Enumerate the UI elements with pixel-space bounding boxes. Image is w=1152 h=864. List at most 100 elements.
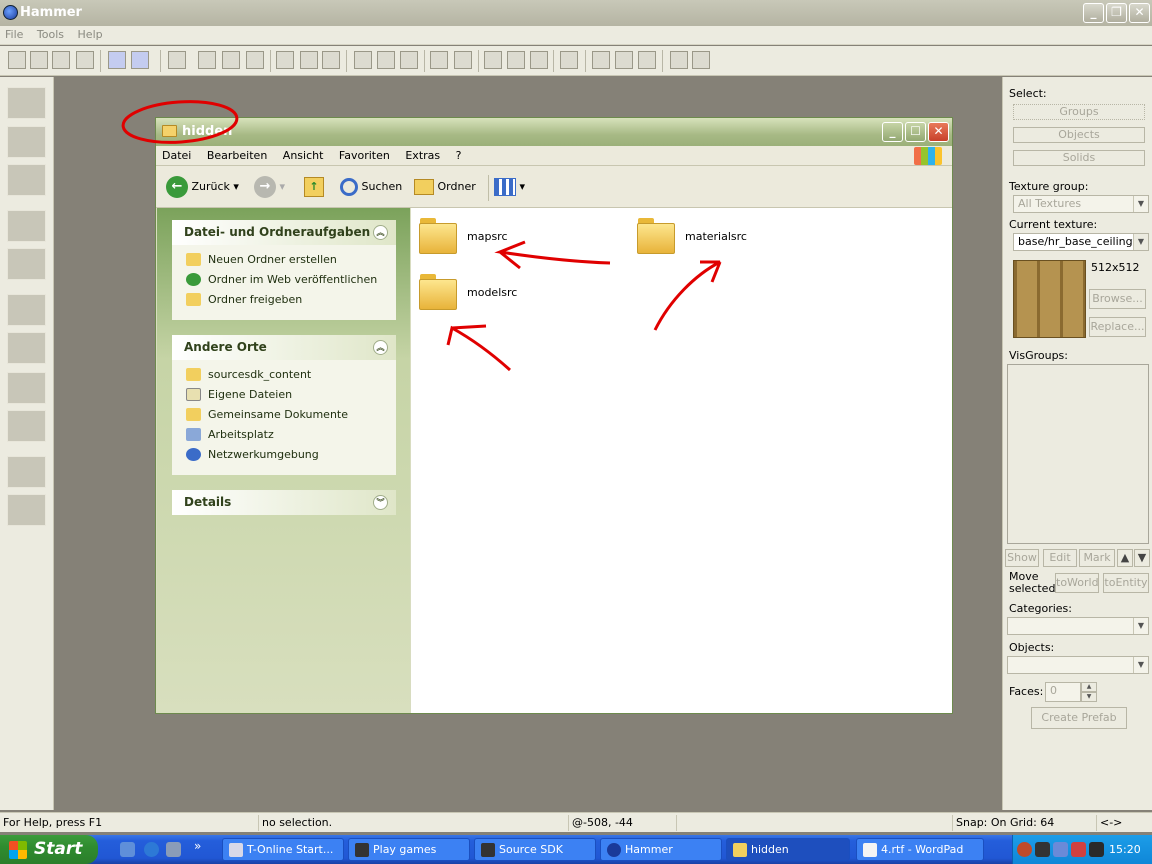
objects-button[interactable]: Objects <box>1013 127 1145 143</box>
visgroups-list[interactable] <box>1007 364 1149 544</box>
categories-select[interactable]: ▼ <box>1007 617 1149 635</box>
paste-icon[interactable] <box>400 51 418 69</box>
maximize-icon[interactable]: ☐ <box>905 122 926 142</box>
view-textured-icon[interactable] <box>322 51 340 69</box>
hammer-close-button[interactable]: ✕ <box>1129 3 1150 23</box>
texture-lock-icon[interactable] <box>246 51 264 69</box>
vertex-tool-icon[interactable] <box>7 456 46 488</box>
task-hidden[interactable]: hidden <box>726 838 850 861</box>
task-publish-web[interactable]: Ordner im Web veröffentlichen <box>172 270 396 290</box>
path-tool-icon[interactable] <box>7 494 46 526</box>
brush-icon[interactable] <box>430 51 448 69</box>
group-icon[interactable] <box>108 51 126 69</box>
current-texture-select[interactable]: base/hr_base_ceilingtile ▼ <box>1013 233 1149 251</box>
folder-mapsrc-icon[interactable] <box>419 218 457 254</box>
hide-icon[interactable] <box>168 51 186 69</box>
place-sourcesdk-content[interactable]: sourcesdk_content <box>172 365 396 385</box>
collapse-icon[interactable]: ︽ <box>373 225 388 240</box>
clip-tool-icon[interactable] <box>7 410 46 442</box>
texture-tool-icon[interactable] <box>7 294 46 326</box>
task-share-folder[interactable]: Ordner freigeben <box>172 290 396 310</box>
task-wordpad[interactable]: 4.rtf - WordPad <box>856 838 984 861</box>
to-world-button[interactable]: toWorld <box>1055 573 1099 593</box>
text-icon[interactable] <box>530 51 548 69</box>
hollow-icon[interactable] <box>222 51 240 69</box>
details-pane-header[interactable]: Details ︾ <box>172 490 396 515</box>
folder-materialsrc-label[interactable]: materialsrc <box>685 230 747 243</box>
cut-icon[interactable] <box>354 51 372 69</box>
close-icon[interactable]: ✕ <box>928 122 949 142</box>
explorer-title-bar[interactable]: hidden _ ☐ ✕ <box>156 118 952 146</box>
create-prefab-button[interactable]: Create Prefab <box>1031 707 1127 729</box>
network-tray-icon[interactable] <box>1053 842 1068 857</box>
edit-button[interactable]: Edit <box>1043 549 1077 567</box>
scissor-icon[interactable] <box>670 51 688 69</box>
expand-icon[interactable]: ︾ <box>373 495 388 510</box>
task-t-online[interactable]: T-Online Start... <box>222 838 344 861</box>
tray-arrow-icon[interactable] <box>1017 842 1032 857</box>
block-tool-icon[interactable] <box>7 248 46 280</box>
views-button[interactable]: ▾ <box>494 175 525 199</box>
tasks-pane-header[interactable]: Datei- und Ordneraufgaben ︽ <box>172 220 396 245</box>
places-pane-header[interactable]: Andere Orte ︽ <box>172 335 396 360</box>
internet-explorer-icon[interactable] <box>144 842 159 857</box>
apply-texture-icon[interactable] <box>7 332 46 364</box>
folder-modelsrc-icon[interactable] <box>419 274 457 310</box>
folder-modelsrc-label[interactable]: modelsrc <box>467 286 517 299</box>
select-dashed-icon[interactable] <box>507 51 525 69</box>
align-left-icon[interactable] <box>592 51 610 69</box>
faces-field[interactable]: 0 <box>1045 682 1081 702</box>
collapse-icon[interactable]: ︽ <box>373 340 388 355</box>
show-button[interactable]: Show <box>1005 549 1039 567</box>
grid-dots-icon[interactable] <box>30 51 48 69</box>
ungroup-icon[interactable] <box>131 51 149 69</box>
clock[interactable]: 15:20 <box>1109 835 1141 864</box>
grid-smaller-icon[interactable] <box>52 51 70 69</box>
steam-tray-icon[interactable] <box>1035 842 1050 857</box>
folder-materialsrc-icon[interactable] <box>637 218 675 254</box>
decal-tool-icon[interactable] <box>7 372 46 404</box>
to-entity-button[interactable]: toEntity <box>1103 573 1149 593</box>
menu-datei[interactable]: Datei <box>156 146 197 165</box>
up-folder-button[interactable]: ↑ <box>304 175 324 199</box>
grid-larger-icon[interactable] <box>76 51 94 69</box>
arrow-down-icon[interactable]: ▼ <box>1134 549 1150 567</box>
select-box-icon[interactable] <box>484 51 502 69</box>
align-right-icon[interactable] <box>638 51 656 69</box>
back-button[interactable]: ← Zurück ▾ <box>166 175 239 199</box>
view-2d-icon[interactable] <box>276 51 294 69</box>
carve-icon[interactable] <box>198 51 216 69</box>
menu-tools[interactable]: Tools <box>32 26 69 43</box>
texture-group-select[interactable]: All Textures ▼ <box>1013 195 1149 213</box>
task-source-sdk[interactable]: Source SDK <box>474 838 596 861</box>
objects-select[interactable]: ▼ <box>1007 656 1149 674</box>
place-my-computer[interactable]: Arbeitsplatz <box>172 425 396 445</box>
battery-tray-icon[interactable] <box>1089 842 1104 857</box>
quicklaunch-app-icon[interactable] <box>166 842 181 857</box>
security-tray-icon[interactable] <box>1071 842 1086 857</box>
quicklaunch-more[interactable]: » <box>194 839 201 853</box>
grid-icon[interactable] <box>8 51 26 69</box>
target-icon[interactable] <box>692 51 710 69</box>
view-3d-icon[interactable] <box>300 51 318 69</box>
replace-button[interactable]: Replace... <box>1089 317 1146 337</box>
camera-tool-icon[interactable] <box>7 164 46 196</box>
clip-icon[interactable] <box>454 51 472 69</box>
place-network[interactable]: Netzwerkumgebung <box>172 445 396 465</box>
show-desktop-icon[interactable] <box>120 842 135 857</box>
entity-tool-icon[interactable] <box>7 210 46 242</box>
mark-button[interactable]: Mark <box>1079 549 1115 567</box>
browse-button[interactable]: Browse... <box>1089 289 1146 309</box>
menu-file[interactable]: File <box>0 26 28 43</box>
start-button[interactable]: Start <box>0 835 98 864</box>
groups-button[interactable]: Groups <box>1013 104 1145 120</box>
align-center-icon[interactable] <box>615 51 633 69</box>
folder-mapsrc-label[interactable]: mapsrc <box>467 230 508 243</box>
minimize-icon[interactable]: _ <box>882 122 903 142</box>
menu-favoriten[interactable]: Favoriten <box>333 146 396 165</box>
spin-up-icon[interactable]: ▲ <box>1081 682 1097 692</box>
solids-button[interactable]: Solids <box>1013 150 1145 166</box>
menu-ansicht[interactable]: Ansicht <box>277 146 330 165</box>
copy-icon[interactable] <box>377 51 395 69</box>
spin-down-icon[interactable]: ▼ <box>1081 692 1097 702</box>
